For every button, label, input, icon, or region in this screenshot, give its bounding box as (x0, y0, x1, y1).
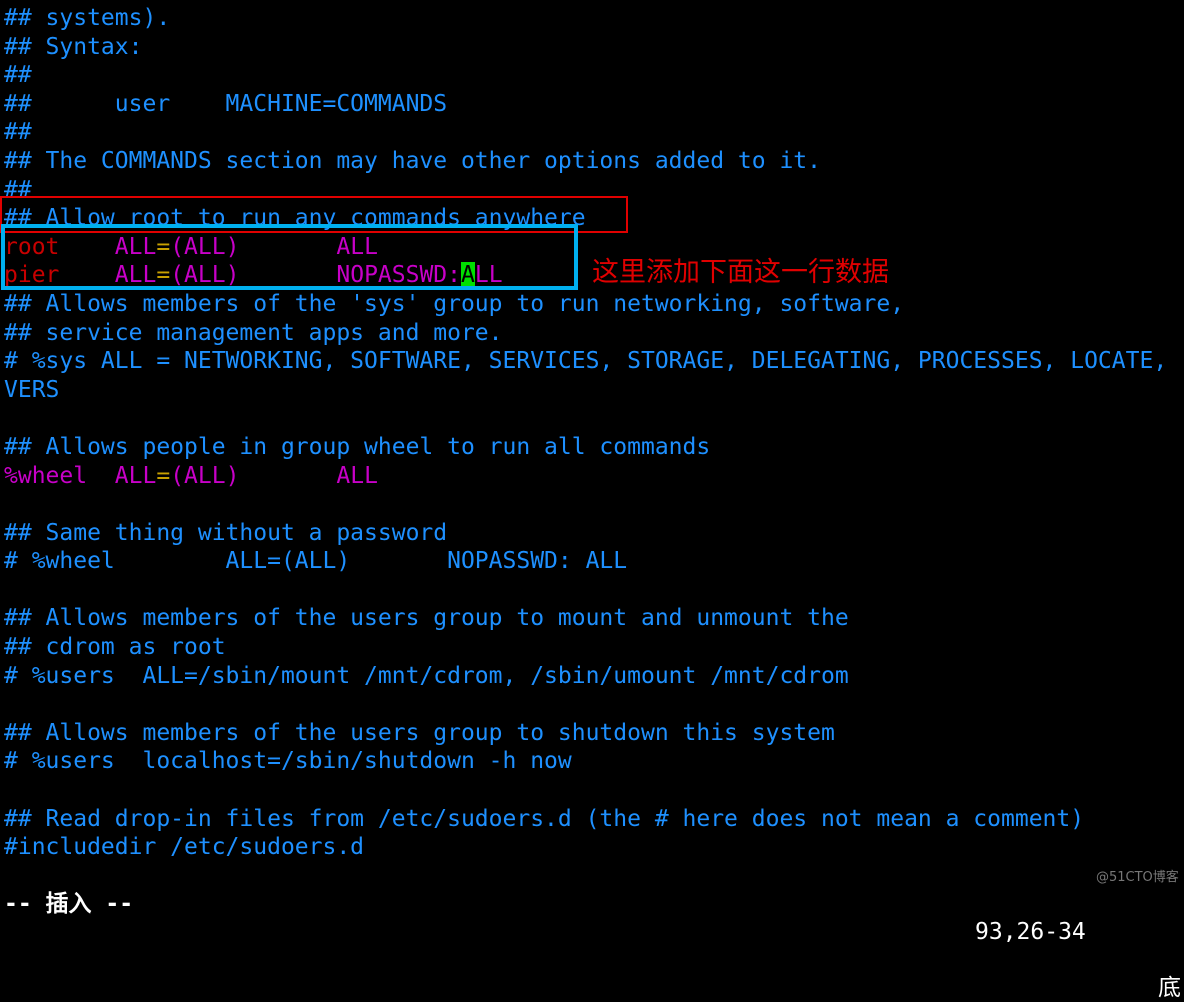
buffer-line[interactable]: ## Allows members of the users group to … (4, 719, 1184, 748)
buffer-line[interactable]: ## systems). (4, 4, 1184, 33)
buffer-line[interactable]: %wheel ALL=(ALL) ALL (4, 462, 1184, 491)
buffer-line[interactable]: # %sys ALL = NETWORKING, SOFTWARE, SERVI… (4, 347, 1184, 376)
code-token: # %sys ALL = NETWORKING, SOFTWARE, SERVI… (4, 348, 1168, 375)
buffer-line[interactable]: ## service management apps and more. (4, 319, 1184, 348)
code-token: ## systems). (4, 5, 171, 31)
code-token: ## Same thing without a password (4, 519, 448, 546)
buffer-line[interactable] (4, 690, 1184, 719)
buffer-line[interactable]: # %wheel ALL=(ALL) NOPASSWD: ALL (4, 547, 1184, 576)
code-token: ## Allows members of the 'sys' group to … (4, 290, 905, 317)
highlight-box-entries (1, 224, 578, 290)
buffer-line[interactable]: ## Same thing without a password (4, 519, 1184, 548)
vim-status-line: -- 插入 -- 93,26-34 @51CTO博客 底 (4, 862, 1181, 1001)
vim-editor-buffer[interactable]: ## systems). ## Syntax: ## ## user MACHINE=… (4, 4, 1184, 862)
buffer-line[interactable]: ## Read drop-in files from /etc/sudoers.… (4, 805, 1184, 834)
code-token: ## service management apps and more. (4, 319, 503, 346)
insert-mode-indicator: -- 插入 -- (4, 891, 134, 917)
buffer-line[interactable] (4, 404, 1184, 433)
code-token: %wheel (4, 462, 88, 489)
buffer-line[interactable]: ## user MACHINE=COMMANDS (4, 90, 1184, 119)
buffer-line[interactable]: ## cdrom as root (4, 633, 1184, 662)
code-token: ALL (336, 462, 378, 489)
code-token: = (156, 462, 171, 489)
buffer-line[interactable] (4, 490, 1184, 519)
buffer-line[interactable]: ## (4, 118, 1184, 147)
code-token: ## (4, 62, 32, 89)
scroll-position: 底 (1158, 975, 1181, 1001)
code-token: ## Read drop-in files from /etc/sudoers.… (4, 805, 1085, 832)
buffer-line[interactable]: ## Allows people in group wheel to run a… (4, 433, 1184, 462)
code-token: # %users ALL=/sbin/mount /mnt/cdrom, /sb… (4, 662, 849, 689)
buffer-line[interactable]: ## Allows members of the users group to … (4, 604, 1184, 633)
annotation-note: 这里添加下面这一行数据 (592, 257, 889, 288)
code-token: VERS (4, 376, 60, 403)
code-token: ALL (114, 462, 157, 489)
code-token: # %wheel ALL=(ALL) NOPASSWD: ALL (4, 548, 628, 575)
buffer-line[interactable]: # %users localhost=/sbin/shutdown -h now (4, 747, 1184, 776)
code-token: ## user MACHINE=COMMANDS (4, 90, 448, 117)
code-token: (ALL) (170, 462, 240, 489)
buffer-line[interactable]: ## Syntax: (4, 33, 1184, 62)
code-token: ## Allows members of the users group to … (4, 719, 835, 746)
buffer-line[interactable]: ## (4, 61, 1184, 90)
buffer-line[interactable] (4, 776, 1184, 805)
buffer-line[interactable]: VERS (4, 376, 1184, 405)
code-token: #includedir /etc/sudoers.d (4, 834, 365, 861)
watermark: @51CTO博客 (1096, 870, 1179, 885)
code-token: ## cdrom as root (4, 634, 226, 661)
code-token: ## (4, 119, 32, 146)
buffer-line[interactable]: ## Allows members of the 'sys' group to … (4, 290, 1184, 319)
code-token: ## Syntax: (4, 33, 143, 60)
buffer-line[interactable] (4, 576, 1184, 605)
buffer-line[interactable]: #includedir /etc/sudoers.d (4, 833, 1184, 862)
code-token: ## The COMMANDS section may have other o… (4, 147, 821, 174)
code-token: # %users localhost=/sbin/shutdown -h now (4, 748, 572, 775)
cursor-position: 93,26-34 (975, 919, 1086, 945)
buffer-line[interactable]: # %users ALL=/sbin/mount /mnt/cdrom, /sb… (4, 662, 1184, 691)
buffer-line[interactable]: ## The COMMANDS section may have other o… (4, 147, 1184, 176)
code-token: ## Allows members of the users group to … (4, 605, 849, 632)
code-token: ## Allows people in group wheel to run a… (4, 433, 711, 460)
